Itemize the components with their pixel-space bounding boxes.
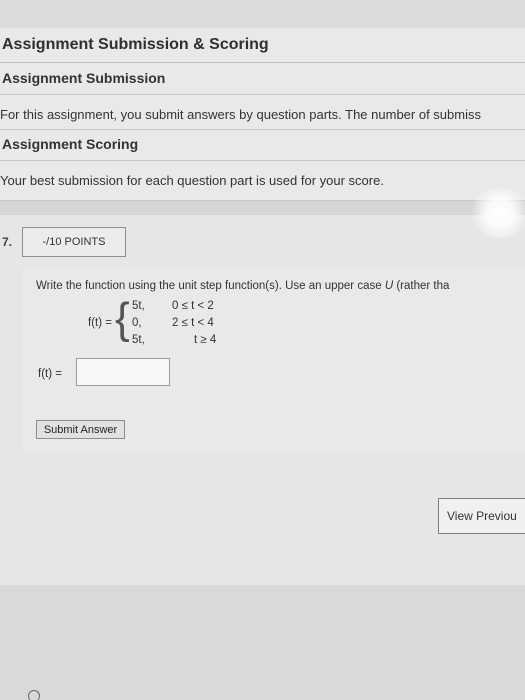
divider: [0, 129, 525, 130]
submit-answer-button[interactable]: Submit Answer: [36, 420, 125, 439]
prompt-variable: U: [384, 280, 394, 292]
question-prompt: Write the function using the unit step f…: [36, 280, 449, 292]
scoring-heading: Assignment Scoring: [2, 136, 139, 152]
case-condition-3: t ≥ 4: [194, 334, 217, 346]
prompt-text-end: (rather tha: [393, 280, 450, 292]
section-divider: [0, 62, 525, 63]
case-value-2: 0,: [132, 317, 142, 329]
scoring-text: Your best submission for each question p…: [0, 173, 384, 188]
scroll-indicator-icon: [28, 690, 40, 700]
case-value-3: 5t,: [132, 334, 145, 346]
divider: [0, 160, 525, 161]
case-condition-1: 0 ≤ t < 2: [172, 300, 214, 312]
section-title: Assignment Submission & Scoring: [2, 36, 269, 53]
page-bottom: [0, 585, 525, 700]
answer-label: f(t) =: [38, 368, 62, 380]
prompt-text: Write the function using the unit step f…: [36, 280, 385, 292]
submission-text: For this assignment, you submit answers …: [0, 107, 481, 122]
case-value-1: 5t,: [132, 300, 145, 312]
divider: [0, 94, 525, 95]
top-strip: [0, 0, 525, 29]
submission-heading: Assignment Submission: [2, 70, 166, 86]
brace-icon: {: [115, 294, 130, 343]
question-number: 7.: [2, 235, 13, 249]
screen-glare: [470, 188, 525, 238]
page: Assignment Submission & Scoring Assignme…: [0, 0, 525, 700]
points-badge: -/10 POINTS: [22, 227, 126, 257]
function-label: f(t) =: [88, 317, 112, 329]
case-condition-2: 2 ≤ t < 4: [172, 317, 214, 329]
answer-input[interactable]: [76, 358, 170, 386]
view-previous-button[interactable]: View Previou: [438, 498, 525, 534]
